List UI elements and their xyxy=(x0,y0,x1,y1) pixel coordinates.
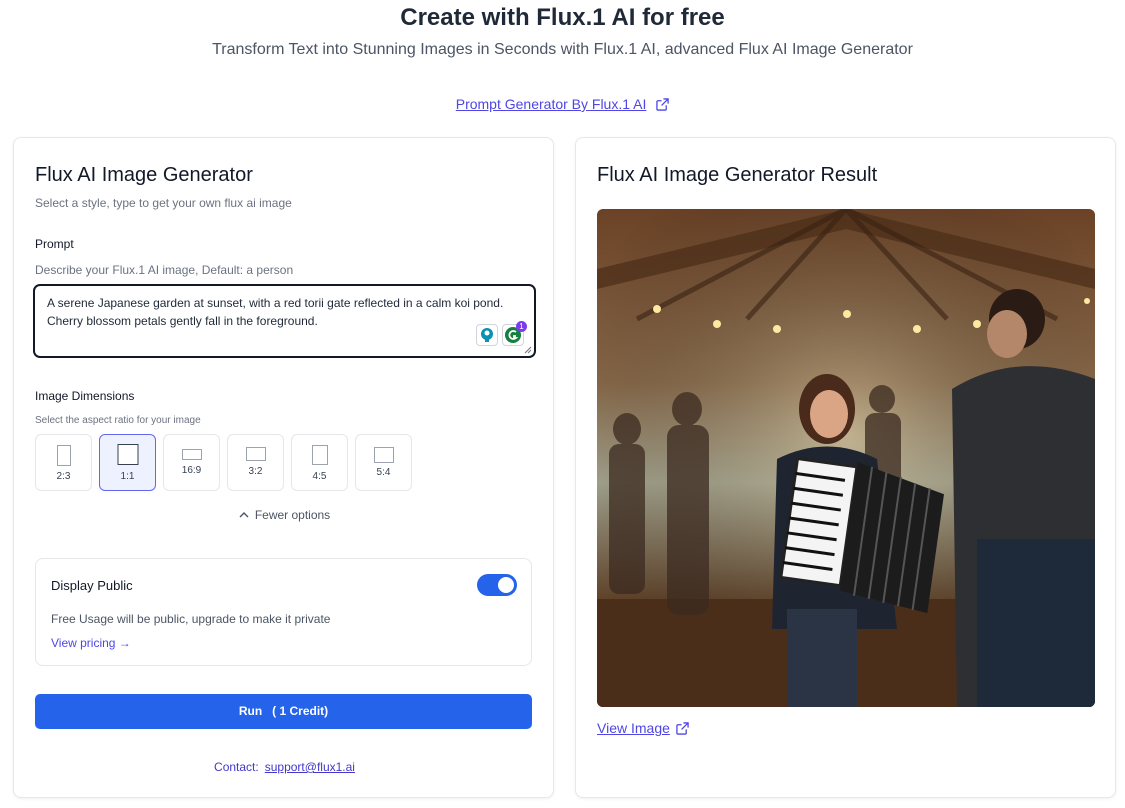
page-title: Create with Flux.1 AI for free xyxy=(400,4,725,31)
contact-row: Contact: support@flux1.ai xyxy=(14,760,555,774)
resize-handle-icon[interactable] xyxy=(524,346,532,354)
display-public-toggle[interactable] xyxy=(477,574,517,596)
ratio-shape-icon xyxy=(117,444,138,465)
support-email-link[interactable]: support@flux1.ai xyxy=(265,760,355,774)
prompt-generator-link[interactable]: Prompt Generator By Flux.1 AI xyxy=(456,96,647,112)
prompt-generator-link-row: Prompt Generator By Flux.1 AI xyxy=(0,96,1125,112)
display-public-title: Display Public xyxy=(51,578,133,593)
fewer-options-label: Fewer options xyxy=(254,508,331,522)
prompt-text: A serene Japanese garden at sunset, with… xyxy=(47,296,504,328)
display-public-description: Free Usage will be public, upgrade to ma… xyxy=(51,612,331,626)
ratio-shape-icon xyxy=(181,449,202,460)
ratio-option-16-9[interactable]: 16:9 xyxy=(163,434,220,491)
display-public-panel: Display Public Free Usage will be public… xyxy=(35,558,532,666)
ratio-option-5-4[interactable]: 5:4 xyxy=(355,434,412,491)
ratio-option-3-2[interactable]: 3:2 xyxy=(227,434,284,491)
ratio-label: 1:1 xyxy=(120,471,135,482)
result-title: Flux AI Image Generator Result xyxy=(597,164,878,186)
ratio-option-2-3[interactable]: 2:3 xyxy=(35,434,92,491)
external-link-icon xyxy=(676,722,689,735)
toggle-knob xyxy=(498,577,514,593)
extension-icons: 1 xyxy=(476,321,527,346)
fewer-options-toggle[interactable]: Fewer options xyxy=(14,508,555,522)
aspect-ratio-options: 2:3 1:1 16:9 3:2 4:5 5:4 xyxy=(35,434,412,491)
generator-card: Flux AI Image Generator Select a style, … xyxy=(13,137,554,798)
ratio-shape-icon xyxy=(245,447,266,461)
view-pricing-link[interactable]: View pricing → xyxy=(51,636,131,650)
run-button[interactable]: Run ( 1 Credit) xyxy=(35,694,532,729)
ratio-shape-icon xyxy=(373,447,394,463)
ratio-option-4-5[interactable]: 4:5 xyxy=(291,434,348,491)
view-image-link[interactable]: View Image xyxy=(597,720,689,736)
ratio-option-1-1[interactable]: 1:1 xyxy=(99,434,156,491)
dimensions-label: Image Dimensions xyxy=(35,389,135,403)
page-subtitle: Transform Text into Stunning Images in S… xyxy=(212,41,913,58)
ratio-label: 4:5 xyxy=(312,471,327,482)
ratio-label: 3:2 xyxy=(248,466,263,477)
prompt-hint: Describe your Flux.1 AI image, Default: … xyxy=(35,263,294,277)
dimensions-hint: Select the aspect ratio for your image xyxy=(35,415,201,426)
ratio-label: 2:3 xyxy=(56,471,71,482)
notification-badge: 1 xyxy=(516,321,527,332)
contact-label: Contact: xyxy=(214,760,259,774)
lightbulb-icon[interactable] xyxy=(476,324,498,346)
result-card: Flux AI Image Generator Result View Imag… xyxy=(575,137,1116,798)
generator-title: Flux AI Image Generator xyxy=(35,164,253,186)
result-image[interactable] xyxy=(597,209,1095,707)
prompt-label: Prompt xyxy=(35,237,74,251)
ratio-label: 5:4 xyxy=(376,467,391,478)
external-link-icon[interactable] xyxy=(656,98,669,111)
ratio-shape-icon xyxy=(56,445,71,466)
ratio-label: 16:9 xyxy=(181,465,202,476)
grammarly-icon[interactable]: 1 xyxy=(502,321,527,346)
prompt-textarea[interactable]: A serene Japanese garden at sunset, with… xyxy=(33,284,536,358)
chevron-up-icon xyxy=(239,512,249,518)
view-image-label: View Image xyxy=(597,720,670,736)
ratio-shape-icon xyxy=(311,445,328,465)
generator-description: Select a style, type to get your own flu… xyxy=(35,196,292,210)
